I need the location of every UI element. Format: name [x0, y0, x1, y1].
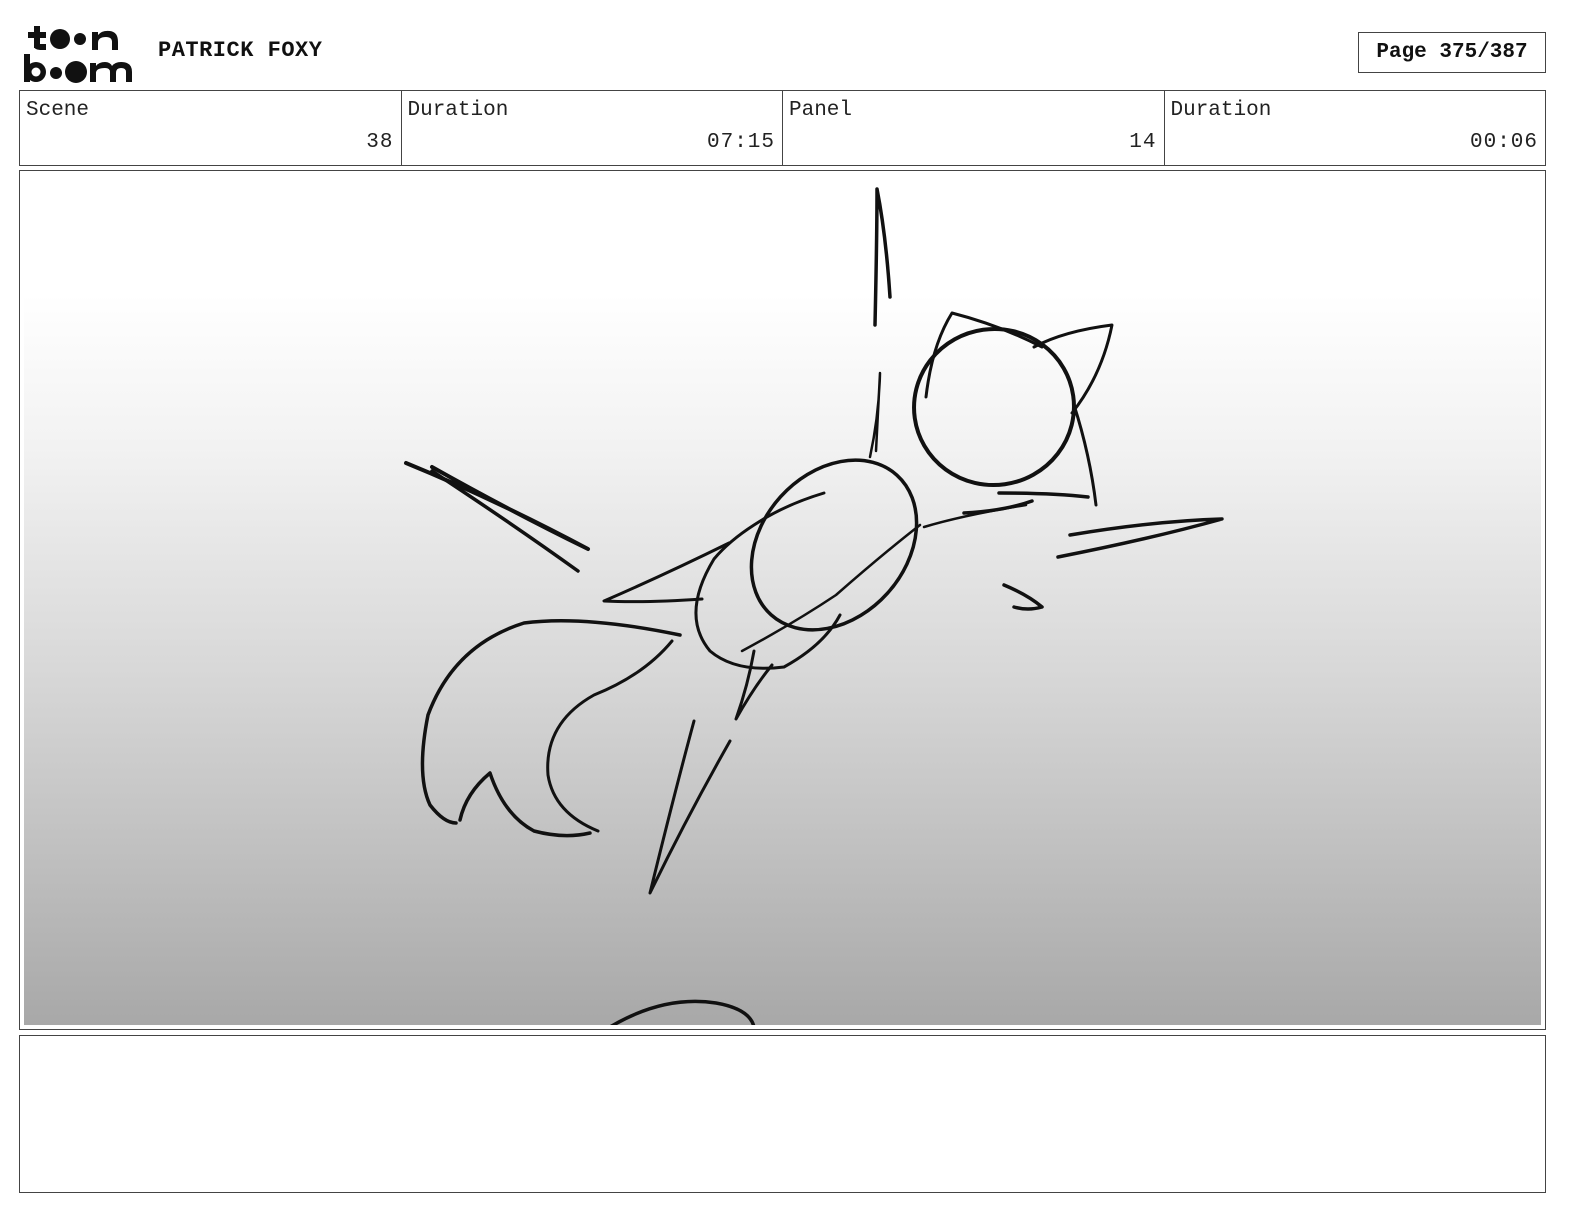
panel-duration-value: 00:06	[1469, 131, 1538, 154]
scene-duration-label: Duration	[407, 99, 509, 122]
page-counter: Page 375/387	[1358, 32, 1546, 73]
panel-image	[24, 175, 1541, 1025]
project-title: PATRICK FOXY	[158, 38, 323, 63]
panel-cell: Panel 14	[783, 91, 1165, 165]
scene-cell: Scene 38	[20, 91, 402, 165]
scene-value: 38	[366, 131, 394, 154]
toonboom-logo	[24, 26, 132, 83]
fox-sketch	[404, 187, 1224, 1025]
panel-label: Panel	[789, 99, 853, 122]
panel-duration-label: Duration	[1170, 99, 1272, 122]
scene-duration-value: 07:15	[706, 131, 775, 154]
storyboard-panel[interactable]	[19, 170, 1546, 1030]
panel-notes-box[interactable]	[19, 1035, 1546, 1193]
scene-label: Scene	[26, 99, 90, 122]
panel-info-strip: Scene 38 Duration 07:15 Panel 14 Duratio…	[19, 90, 1546, 166]
scene-duration-cell: Duration 07:15	[402, 91, 783, 165]
panel-duration-cell: Duration 00:06	[1165, 91, 1546, 165]
panel-value: 14	[1129, 131, 1157, 154]
